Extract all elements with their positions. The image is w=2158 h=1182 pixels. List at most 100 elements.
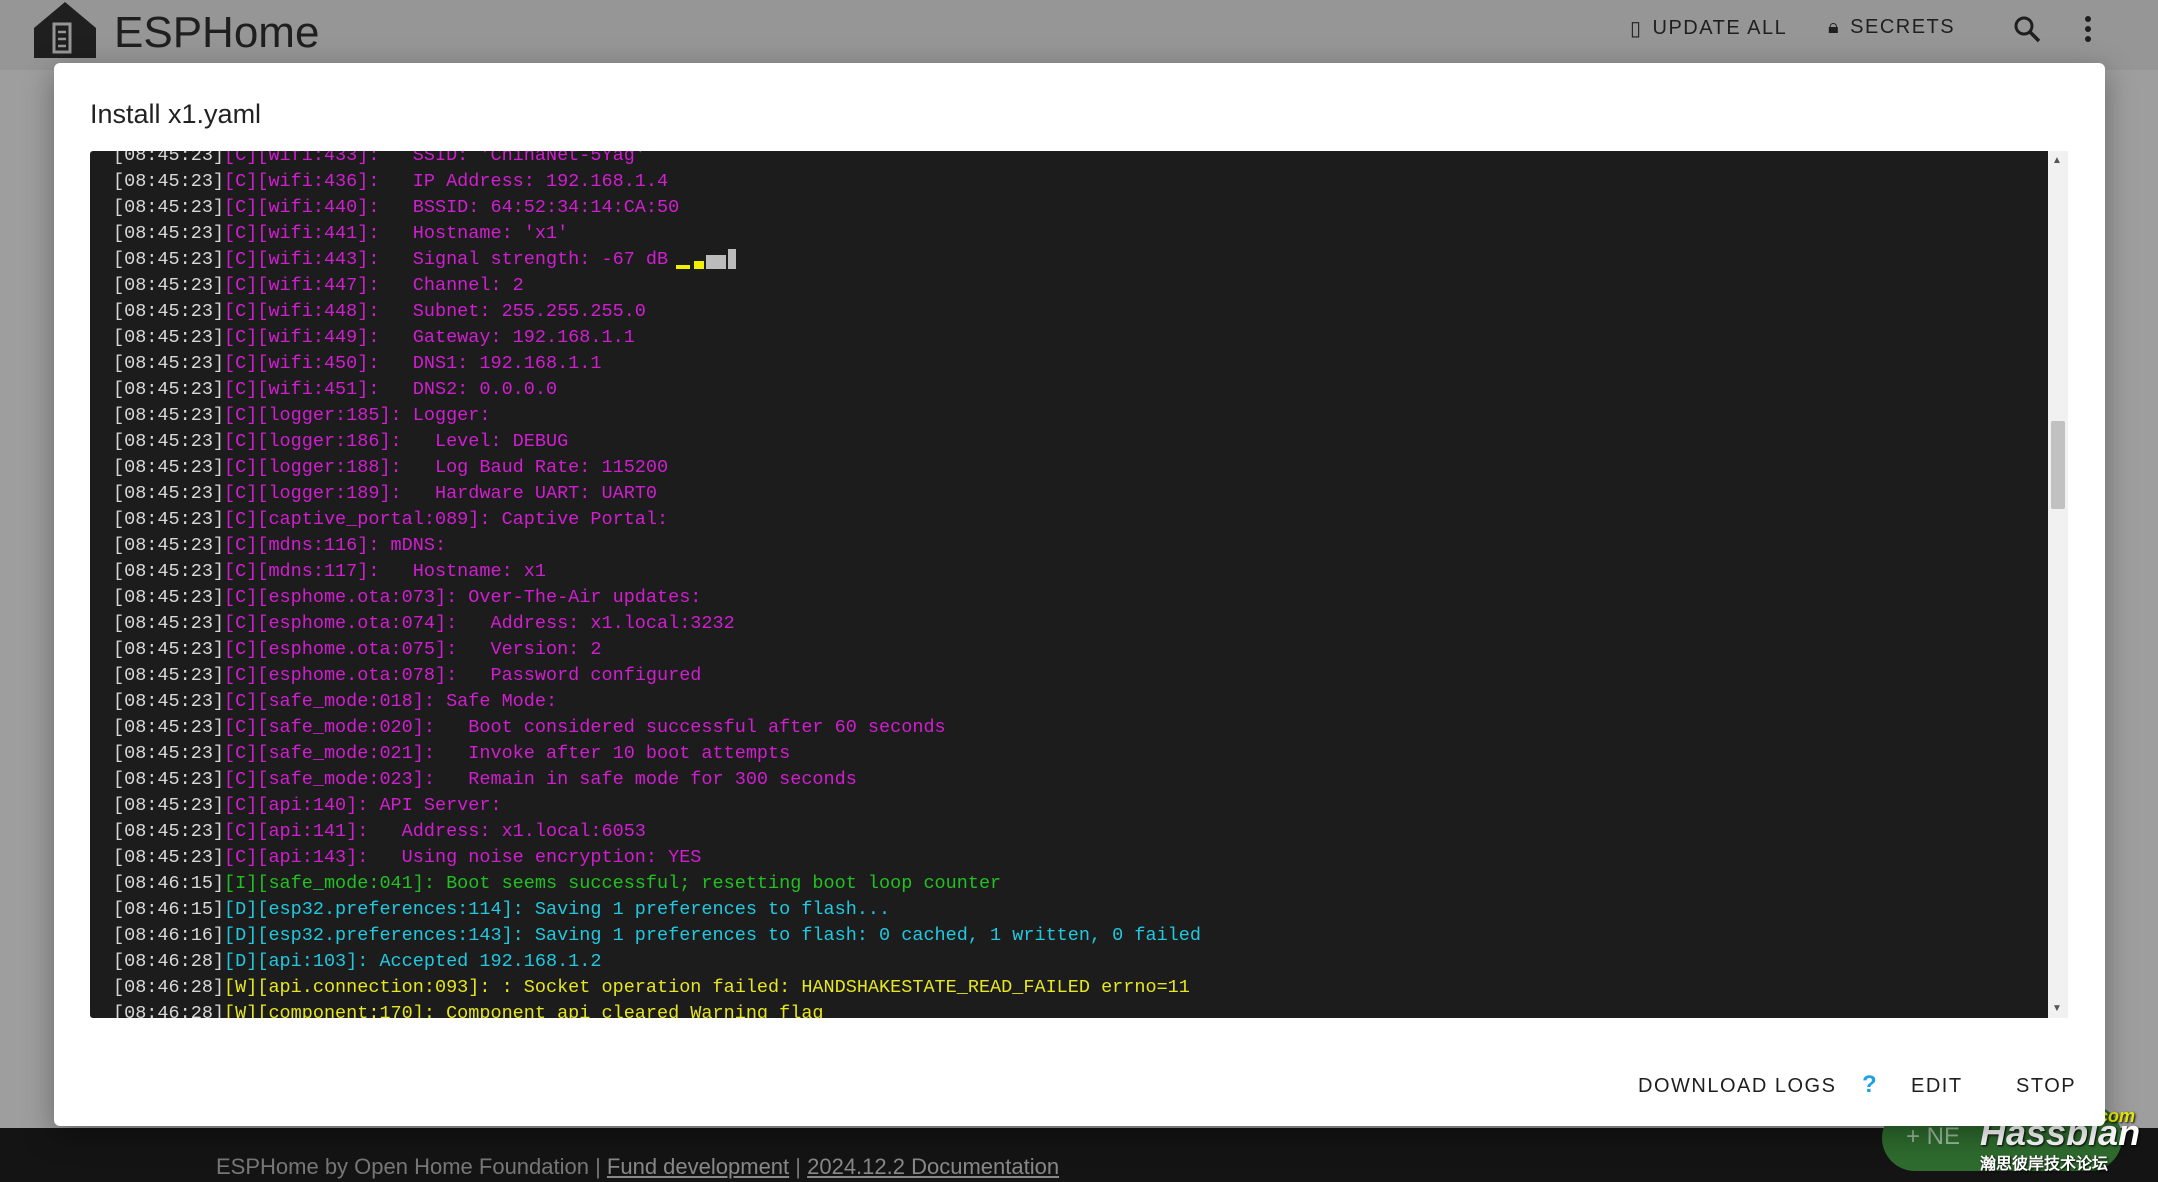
log-line: [08:45:23][C][api:143]: Using noise encr… [113,845,1201,871]
log-message: [C][wifi:448]: Subnet: 255.255.255.0 [224,301,646,322]
app-title: ESPHome [114,8,320,57]
log-message: [C][api:143]: Using noise encryption: YE… [224,847,702,868]
log-line: [08:45:23][C][wifi:449]: Gateway: 192.16… [113,325,1201,351]
log-line: [08:46:28][D][api:103]: Accepted 192.168… [113,949,1201,975]
app-header: ESPHome ▯ UPDATE ALL 🔒︎ SECRETS [0,0,2158,70]
signal-bar [694,261,705,270]
log-timestamp: [08:45:23] [113,275,225,296]
log-timestamp: [08:46:28] [113,951,225,972]
log-timestamp: [08:45:23] [113,353,225,374]
log-message: [C][logger:186]: Level: DEBUG [224,431,569,452]
log-message: [C][wifi:451]: DNS2: 0.0.0.0 [224,379,558,400]
log-line: [08:45:23][C][logger:188]: Log Baud Rate… [113,455,1201,481]
log-message: [C][mdns:116]: mDNS: [224,535,447,556]
log-message: [C][logger:188]: Log Baud Rate: 115200 [224,457,669,478]
signal-bar [728,249,737,270]
log-lines: [08:45:23][C][wifi:433]: SSID: 'ChinaNet… [113,151,1201,1018]
update-all-button[interactable]: ▯ UPDATE ALL [1630,16,1787,41]
log-message: [D][api:103]: Accepted 192.168.1.2 [224,951,602,972]
log-timestamp: [08:45:23] [113,665,225,686]
log-message: [C][wifi:450]: DNS1: 192.168.1.1 [224,353,602,374]
log-timestamp: [08:45:23] [113,691,225,712]
log-message: [C][mdns:117]: Hostname: x1 [224,561,546,582]
search-icon[interactable] [2012,14,2042,44]
log-timestamp: [08:45:23] [113,795,225,816]
log-message: [D][esp32.preferences:143]: Saving 1 pre… [224,925,1201,946]
log-line: [08:46:15][D][esp32.preferences:114]: Sa… [113,897,1201,923]
log-timestamp: [08:45:23] [113,509,225,530]
log-line: [08:45:23][C][logger:186]: Level: DEBUG [113,429,1201,455]
log-line: [08:45:23][C][captive_portal:089]: Capti… [113,507,1201,533]
fund-development-link[interactable]: Fund development [607,1154,789,1179]
scroll-up-icon[interactable]: ▲ [2052,155,2062,166]
log-line: [08:45:23][C][api:141]: Address: x1.loca… [113,819,1201,845]
log-timestamp: [08:45:23] [113,743,225,764]
log-timestamp: [08:45:23] [113,587,225,608]
log-line: [08:45:23][C][wifi:448]: Subnet: 255.255… [113,299,1201,325]
log-timestamp: [08:45:23] [113,301,225,322]
log-line: [08:45:23][C][safe_mode:018]: Safe Mode: [113,689,1201,715]
log-output[interactable]: [08:45:23][C][wifi:433]: SSID: 'ChinaNet… [90,151,2048,1018]
log-timestamp: [08:46:16] [113,925,225,946]
log-timestamp: [08:45:23] [113,405,225,426]
download-logs-button[interactable]: DOWNLOAD LOGS [1638,1075,1836,1098]
log-line: [08:45:23][C][safe_mode:020]: Boot consi… [113,715,1201,741]
log-line: [08:46:28][W][component:170]: Component … [113,1001,1201,1018]
log-message: [C][api:140]: API Server: [224,795,502,816]
watermark-cn: 瀚思彼岸技术论坛 [1980,1156,2109,1173]
log-message: [D][esp32.preferences:114]: Saving 1 pre… [224,899,891,920]
log-message: [C][safe_mode:021]: Invoke after 10 boot… [224,743,791,764]
log-message: [C][safe_mode:018]: Safe Mode: [224,691,558,712]
log-scrollbar[interactable]: ▲ ▼ [2048,151,2068,1018]
log-message: [C][esphome.ota:074]: Address: x1.local:… [224,613,735,634]
log-line: [08:45:23][C][wifi:441]: Hostname: 'x1' [113,221,1201,247]
log-message: [C][wifi:440]: BSSID: 64:52:34:14:CA:50 [224,197,680,218]
log-message: [C][safe_mode:023]: Remain in safe mode … [224,769,857,790]
log-line: [08:45:23][C][api:140]: API Server: [113,793,1201,819]
log-timestamp: [08:45:23] [113,379,225,400]
log-line: [08:45:23][C][wifi:451]: DNS2: 0.0.0.0 [113,377,1201,403]
log-line: [08:45:23][C][wifi:440]: BSSID: 64:52:34… [113,195,1201,221]
documentation-link[interactable]: 2024.12.2 Documentation [807,1154,1059,1179]
log-line: [08:45:23][C][safe_mode:021]: Invoke aft… [113,741,1201,767]
log-line: [08:45:23][C][wifi:443]: Signal strength… [113,247,1201,273]
footer-separator: | [789,1154,808,1179]
footer-text: ESPHome by Open Home Foundation | [216,1154,607,1179]
log-line: [08:45:23][C][wifi:436]: IP Address: 192… [113,169,1201,195]
log-timestamp: [08:45:23] [113,717,225,738]
log-line: [08:45:23][C][mdns:117]: Hostname: x1 [113,559,1201,585]
log-line: [08:45:23][C][wifi:450]: DNS1: 192.168.1… [113,351,1201,377]
lock-icon: 🔒︎ [1828,16,1841,38]
dialog-title: Install x1.yaml [90,99,262,129]
log-message: [W][api.connection:093]: : Socket operat… [224,977,1190,998]
log-line: [08:45:23][C][esphome.ota:073]: Over-The… [113,585,1201,611]
help-icon[interactable]: ? [1862,1071,1878,1099]
install-dialog: Install x1.yaml [08:45:23][C][wifi:433]:… [54,63,2105,1126]
log-timestamp: [08:45:23] [113,151,225,166]
log-message: [C][wifi:447]: Channel: 2 [224,275,524,296]
log-timestamp: [08:46:28] [113,977,225,998]
log-line: [08:45:23][C][wifi:447]: Channel: 2 [113,273,1201,299]
log-message: [C][esphome.ota:078]: Password configure… [224,665,702,686]
secrets-button[interactable]: 🔒︎ SECRETS [1828,16,1955,39]
log-timestamp: [08:45:23] [113,847,225,868]
log-message: [C][esphome.ota:073]: Over-The-Air updat… [224,587,702,608]
stop-button[interactable]: STOP [2016,1075,2076,1098]
log-timestamp: [08:46:15] [113,899,225,920]
log-message: [C][logger:185]: Logger: [224,405,491,426]
log-timestamp: [08:45:23] [113,249,225,270]
log-message: [C][logger:189]: Hardware UART: UART0 [224,483,658,504]
log-message: [C][wifi:433]: SSID: 'ChinaNet-5Yag' [224,151,646,166]
log-timestamp: [08:45:23] [113,431,225,452]
scrollbar-thumb[interactable] [2051,421,2065,509]
log-message: [C][wifi:436]: IP Address: 192.168.1.4 [224,171,669,192]
edit-button[interactable]: EDIT [1911,1075,1963,1098]
signal-bar [706,255,727,270]
update-icon: ▯ [1630,18,1643,40]
log-line: [08:45:23][C][esphome.ota:074]: Address:… [113,611,1201,637]
log-line: [08:46:15][I][safe_mode:041]: Boot seems… [113,871,1201,897]
scroll-down-icon[interactable]: ▼ [2052,1003,2062,1014]
log-timestamp: [08:45:23] [113,457,225,478]
more-vert-icon[interactable] [2080,14,2096,44]
log-line: [08:45:23][C][logger:189]: Hardware UART… [113,481,1201,507]
